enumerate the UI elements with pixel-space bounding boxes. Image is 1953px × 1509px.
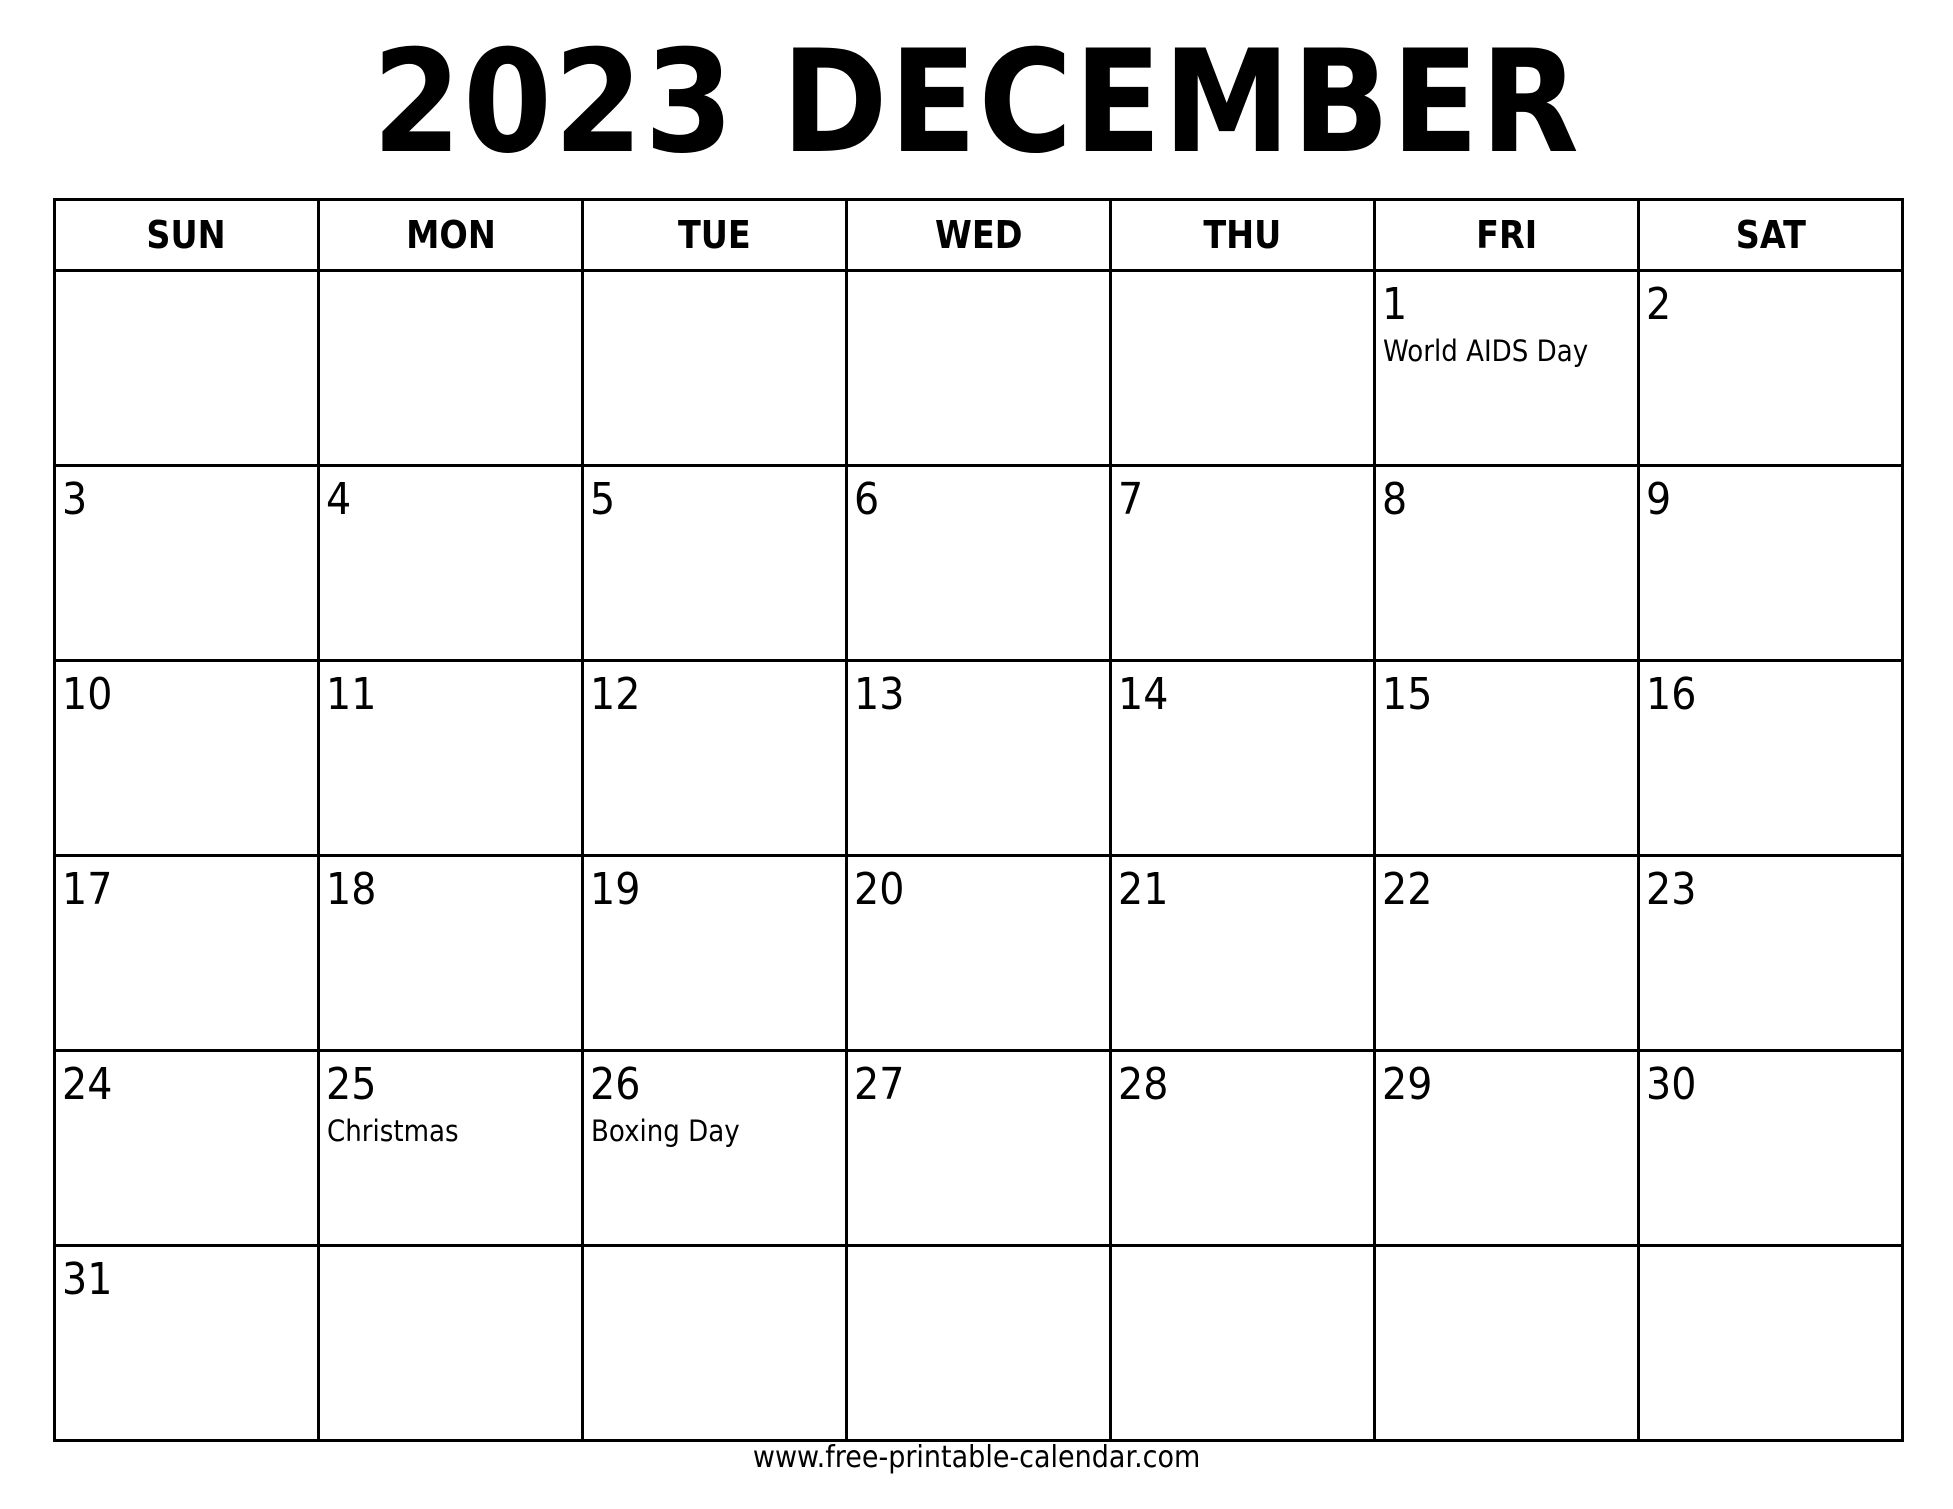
footer-url: www.free-printable-calendar.com bbox=[752, 1440, 1201, 1475]
day-cell: 7 bbox=[1109, 464, 1376, 662]
week-row: 24 25 Christmas 26 Boxing Day 27 28 29 30 bbox=[53, 1049, 1904, 1247]
day-number: 7 bbox=[1118, 474, 1144, 525]
day-cell: 16 bbox=[1637, 659, 1904, 857]
weekday-sun: SUN bbox=[53, 198, 320, 272]
weekday-mon: MON bbox=[317, 198, 584, 272]
day-cell: 22 bbox=[1373, 854, 1640, 1052]
day-cell: 17 bbox=[53, 854, 320, 1052]
holiday-label: Christmas bbox=[327, 1114, 459, 1148]
day-cell bbox=[581, 269, 848, 467]
day-cell: 8 bbox=[1373, 464, 1640, 662]
week-row: 3 4 5 6 7 8 9 bbox=[53, 464, 1904, 662]
weekday-thu: THU bbox=[1109, 198, 1376, 272]
day-number: 5 bbox=[590, 474, 616, 525]
day-cell: 27 bbox=[845, 1049, 1112, 1247]
day-number: 15 bbox=[1382, 669, 1433, 720]
day-cell bbox=[845, 1244, 1112, 1442]
day-cell: 20 bbox=[845, 854, 1112, 1052]
day-cell: 5 bbox=[581, 464, 848, 662]
day-cell bbox=[1109, 1244, 1376, 1442]
day-number: 23 bbox=[1646, 864, 1697, 915]
day-cell bbox=[1373, 1244, 1640, 1442]
weekday-wed: WED bbox=[845, 198, 1112, 272]
day-number: 14 bbox=[1118, 669, 1169, 720]
day-number: 30 bbox=[1646, 1059, 1697, 1110]
day-cell: 21 bbox=[1109, 854, 1376, 1052]
day-cell: 30 bbox=[1637, 1049, 1904, 1247]
day-cell: 19 bbox=[581, 854, 848, 1052]
day-number: 31 bbox=[62, 1254, 113, 1305]
day-cell: 26 Boxing Day bbox=[581, 1049, 848, 1247]
day-cell: 4 bbox=[317, 464, 584, 662]
day-number: 1 bbox=[1382, 279, 1408, 330]
weekday-sat: SAT bbox=[1637, 198, 1904, 272]
day-cell: 25 Christmas bbox=[317, 1049, 584, 1247]
day-number: 6 bbox=[854, 474, 880, 525]
day-cell: 1 World AIDS Day bbox=[1373, 269, 1640, 467]
calendar-grid: SUN MON TUE WED THU FRI SAT 1 World AIDS … bbox=[53, 198, 1904, 1442]
day-number: 16 bbox=[1646, 669, 1697, 720]
day-number: 20 bbox=[854, 864, 905, 915]
weekday-fri: FRI bbox=[1373, 198, 1640, 272]
day-cell: 28 bbox=[1109, 1049, 1376, 1247]
day-number: 24 bbox=[62, 1059, 113, 1110]
day-number: 2 bbox=[1646, 279, 1672, 330]
day-number: 28 bbox=[1118, 1059, 1169, 1110]
day-cell: 15 bbox=[1373, 659, 1640, 857]
day-number: 10 bbox=[62, 669, 113, 720]
day-number: 21 bbox=[1118, 864, 1169, 915]
week-row: 1 World AIDS Day 2 bbox=[53, 269, 1904, 467]
day-cell: 24 bbox=[53, 1049, 320, 1247]
day-number: 29 bbox=[1382, 1059, 1433, 1110]
day-cell bbox=[317, 269, 584, 467]
day-number: 19 bbox=[590, 864, 641, 915]
weekday-header-row: SUN MON TUE WED THU FRI SAT bbox=[53, 198, 1904, 272]
day-cell: 23 bbox=[1637, 854, 1904, 1052]
calendar-title: 2023 DECEMBER bbox=[372, 20, 1581, 185]
week-row: 10 11 12 13 14 15 16 bbox=[53, 659, 1904, 857]
day-number: 13 bbox=[854, 669, 905, 720]
day-number: 8 bbox=[1382, 474, 1408, 525]
day-cell: 9 bbox=[1637, 464, 1904, 662]
day-cell bbox=[1109, 269, 1376, 467]
weekday-tue: TUE bbox=[581, 198, 848, 272]
day-cell bbox=[53, 269, 320, 467]
holiday-label: Boxing Day bbox=[591, 1114, 740, 1148]
day-number: 27 bbox=[854, 1059, 905, 1110]
day-cell: 31 bbox=[53, 1244, 320, 1442]
day-number: 3 bbox=[62, 474, 88, 525]
week-row: 17 18 19 20 21 22 23 bbox=[53, 854, 1904, 1052]
day-cell: 12 bbox=[581, 659, 848, 857]
day-cell bbox=[581, 1244, 848, 1442]
day-number: 17 bbox=[62, 864, 113, 915]
day-number: 22 bbox=[1382, 864, 1433, 915]
day-cell: 18 bbox=[317, 854, 584, 1052]
day-cell: 11 bbox=[317, 659, 584, 857]
day-number: 11 bbox=[326, 669, 377, 720]
day-cell: 14 bbox=[1109, 659, 1376, 857]
day-cell: 10 bbox=[53, 659, 320, 857]
day-number: 9 bbox=[1646, 474, 1672, 525]
day-cell: 6 bbox=[845, 464, 1112, 662]
day-cell: 2 bbox=[1637, 269, 1904, 467]
day-number: 4 bbox=[326, 474, 352, 525]
day-number: 12 bbox=[590, 669, 641, 720]
day-cell: 3 bbox=[53, 464, 320, 662]
day-cell bbox=[317, 1244, 584, 1442]
day-cell: 13 bbox=[845, 659, 1112, 857]
holiday-label: World AIDS Day bbox=[1383, 334, 1589, 368]
week-row: 31 bbox=[53, 1244, 1904, 1442]
day-cell bbox=[1637, 1244, 1904, 1442]
day-cell bbox=[845, 269, 1112, 467]
day-cell: 29 bbox=[1373, 1049, 1640, 1247]
day-number: 26 bbox=[590, 1059, 641, 1110]
day-number: 25 bbox=[326, 1059, 377, 1110]
day-number: 18 bbox=[326, 864, 377, 915]
